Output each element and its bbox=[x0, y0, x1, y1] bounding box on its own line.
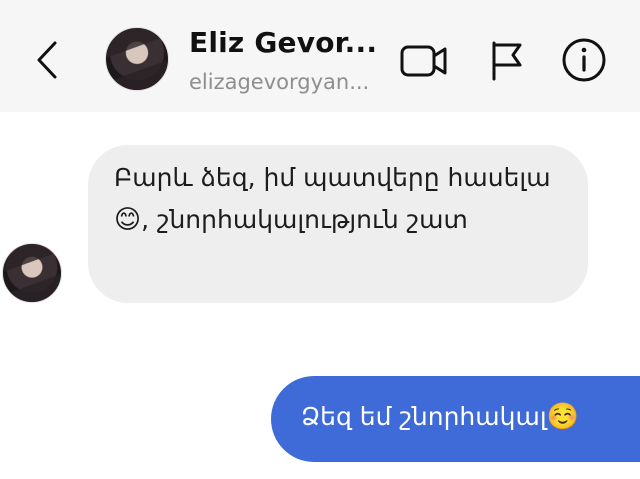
message-text: Բարև ձեզ, իմ պատվերը հասելա bbox=[114, 163, 551, 192]
contact-avatar[interactable] bbox=[105, 27, 169, 91]
message-text: Ձեզ եմ շնորհակալ bbox=[301, 402, 547, 431]
video-call-button[interactable] bbox=[398, 36, 450, 84]
contact-name[interactable]: Eliz Gevor... bbox=[189, 26, 389, 59]
info-button[interactable] bbox=[558, 36, 610, 84]
sender-avatar[interactable] bbox=[2, 243, 62, 303]
relieved-face-emoji: ☺️ bbox=[546, 402, 579, 432]
back-button[interactable] bbox=[30, 38, 64, 82]
contact-username[interactable]: elizagevorgyan... bbox=[189, 70, 389, 94]
message-bubble-incoming[interactable]: Բարև ձեզ, իմ պատվերը հասելա 😊, շնորհակալ… bbox=[88, 145, 588, 303]
report-button[interactable] bbox=[480, 36, 532, 84]
chat-header: Eliz Gevor... elizagevorgyan... bbox=[0, 0, 640, 112]
smiling-face-emoji: 😊 bbox=[114, 205, 142, 235]
message-text: , շնորհակալություն շատ bbox=[141, 205, 468, 234]
flag-icon bbox=[492, 41, 522, 81]
message-bubble-outgoing[interactable]: Ձեզ եմ շնորհակալ☺️ bbox=[271, 376, 640, 462]
chevron-left-icon bbox=[37, 41, 57, 79]
info-icon bbox=[562, 38, 606, 82]
video-camera-icon bbox=[400, 45, 447, 77]
